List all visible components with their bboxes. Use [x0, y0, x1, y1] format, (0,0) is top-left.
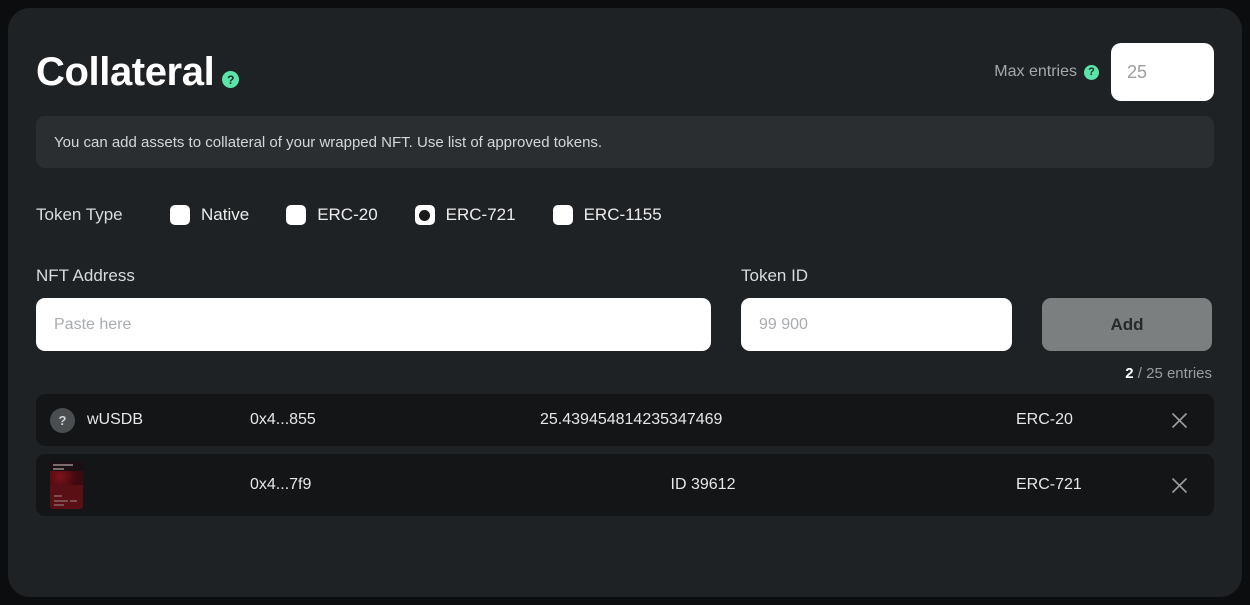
max-entries-question-help-icon[interactable]: ?	[1084, 64, 1099, 80]
token-type-option-native[interactable]: Native	[170, 205, 249, 225]
token-type-option-erc20[interactable]: ERC-20	[286, 205, 378, 225]
token-type-label-native: Native	[201, 205, 250, 224]
token-type-label-erc1155: ERC-1155	[583, 205, 662, 224]
token-id-label: Token ID	[741, 266, 809, 285]
token-type-label-erc20: ERC-20	[317, 205, 378, 224]
radio-icon-erc20[interactable]	[286, 205, 307, 225]
close-icon	[1171, 477, 1187, 493]
token-type-option-erc1155[interactable]: ERC-1155	[552, 205, 662, 225]
token-type-label: Token Type	[36, 205, 123, 224]
remove-row-button[interactable]	[1166, 407, 1192, 433]
collateral-panel: Collateral ? Max entries ? 25 You can ad…	[8, 8, 1242, 597]
entries-total: / 25 entries	[1137, 365, 1212, 382]
row-standard: ERC-20	[1016, 411, 1073, 428]
row-symbol: wUSDB	[87, 411, 144, 428]
row-address: 0x4...7f9	[250, 476, 312, 493]
form-row: Add	[36, 298, 1214, 351]
table-row: ? wUSDB 0x4...855 25.439454814235347469 …	[36, 394, 1214, 446]
radio-icon-erc1155[interactable]	[552, 205, 573, 225]
question-help-icon[interactable]: ?	[222, 71, 240, 88]
nft-thumbnail	[50, 461, 83, 509]
row-amount: ID 39612	[670, 476, 736, 493]
row-standard: ERC-721	[1016, 476, 1082, 493]
entries-used: 2	[1125, 365, 1134, 382]
panel-header: Collateral ? Max entries ?	[36, 36, 1214, 108]
row-asset	[50, 461, 250, 509]
collateral-list: ? wUSDB 0x4...855 25.439454814235347469 …	[36, 394, 1214, 516]
page-title: Collateral	[36, 50, 215, 94]
row-amount: 25.439454814235347469	[540, 411, 723, 428]
row-address: 0x4...855	[250, 411, 316, 428]
token-type-option-erc721[interactable]: ERC-721	[414, 205, 516, 225]
unknown-token-icon: ?	[50, 407, 75, 433]
radio-icon-native[interactable]	[170, 205, 190, 225]
token-type-row: Token Type Native ERC-20 ERC-721 ERC-115…	[36, 202, 1214, 228]
info-banner-text: You can add assets to collateral of your…	[54, 133, 603, 151]
radio-icon-erc721-selected[interactable]	[414, 205, 435, 225]
remove-row-button[interactable]	[1166, 472, 1192, 498]
info-banner: You can add assets to collateral of your…	[36, 116, 1214, 168]
entries-counter: 2 / 25 entries	[36, 365, 1214, 382]
max-entries-label-wrap: Max entries ?	[994, 63, 1099, 81]
token-id-input[interactable]	[741, 298, 1012, 351]
max-entries-stepper[interactable]	[1111, 43, 1214, 101]
page-title-wrap: Collateral ?	[36, 50, 240, 94]
max-entries-input[interactable]	[1111, 43, 1214, 101]
row-asset: ? wUSDB	[50, 407, 250, 433]
close-icon	[1171, 412, 1187, 428]
nft-address-label: NFT Address	[36, 266, 135, 285]
token-type-label-erc721: ERC-721	[445, 205, 516, 224]
max-entries-label: Max entries	[994, 63, 1077, 80]
add-button[interactable]: Add	[1042, 298, 1212, 351]
nft-address-input[interactable]	[36, 298, 711, 351]
table-row: 0x4...7f9 ID 39612 ERC-721	[36, 454, 1214, 516]
form-labels: NFT Address Token ID	[36, 266, 1214, 286]
max-entries-control: Max entries ?	[994, 43, 1214, 101]
